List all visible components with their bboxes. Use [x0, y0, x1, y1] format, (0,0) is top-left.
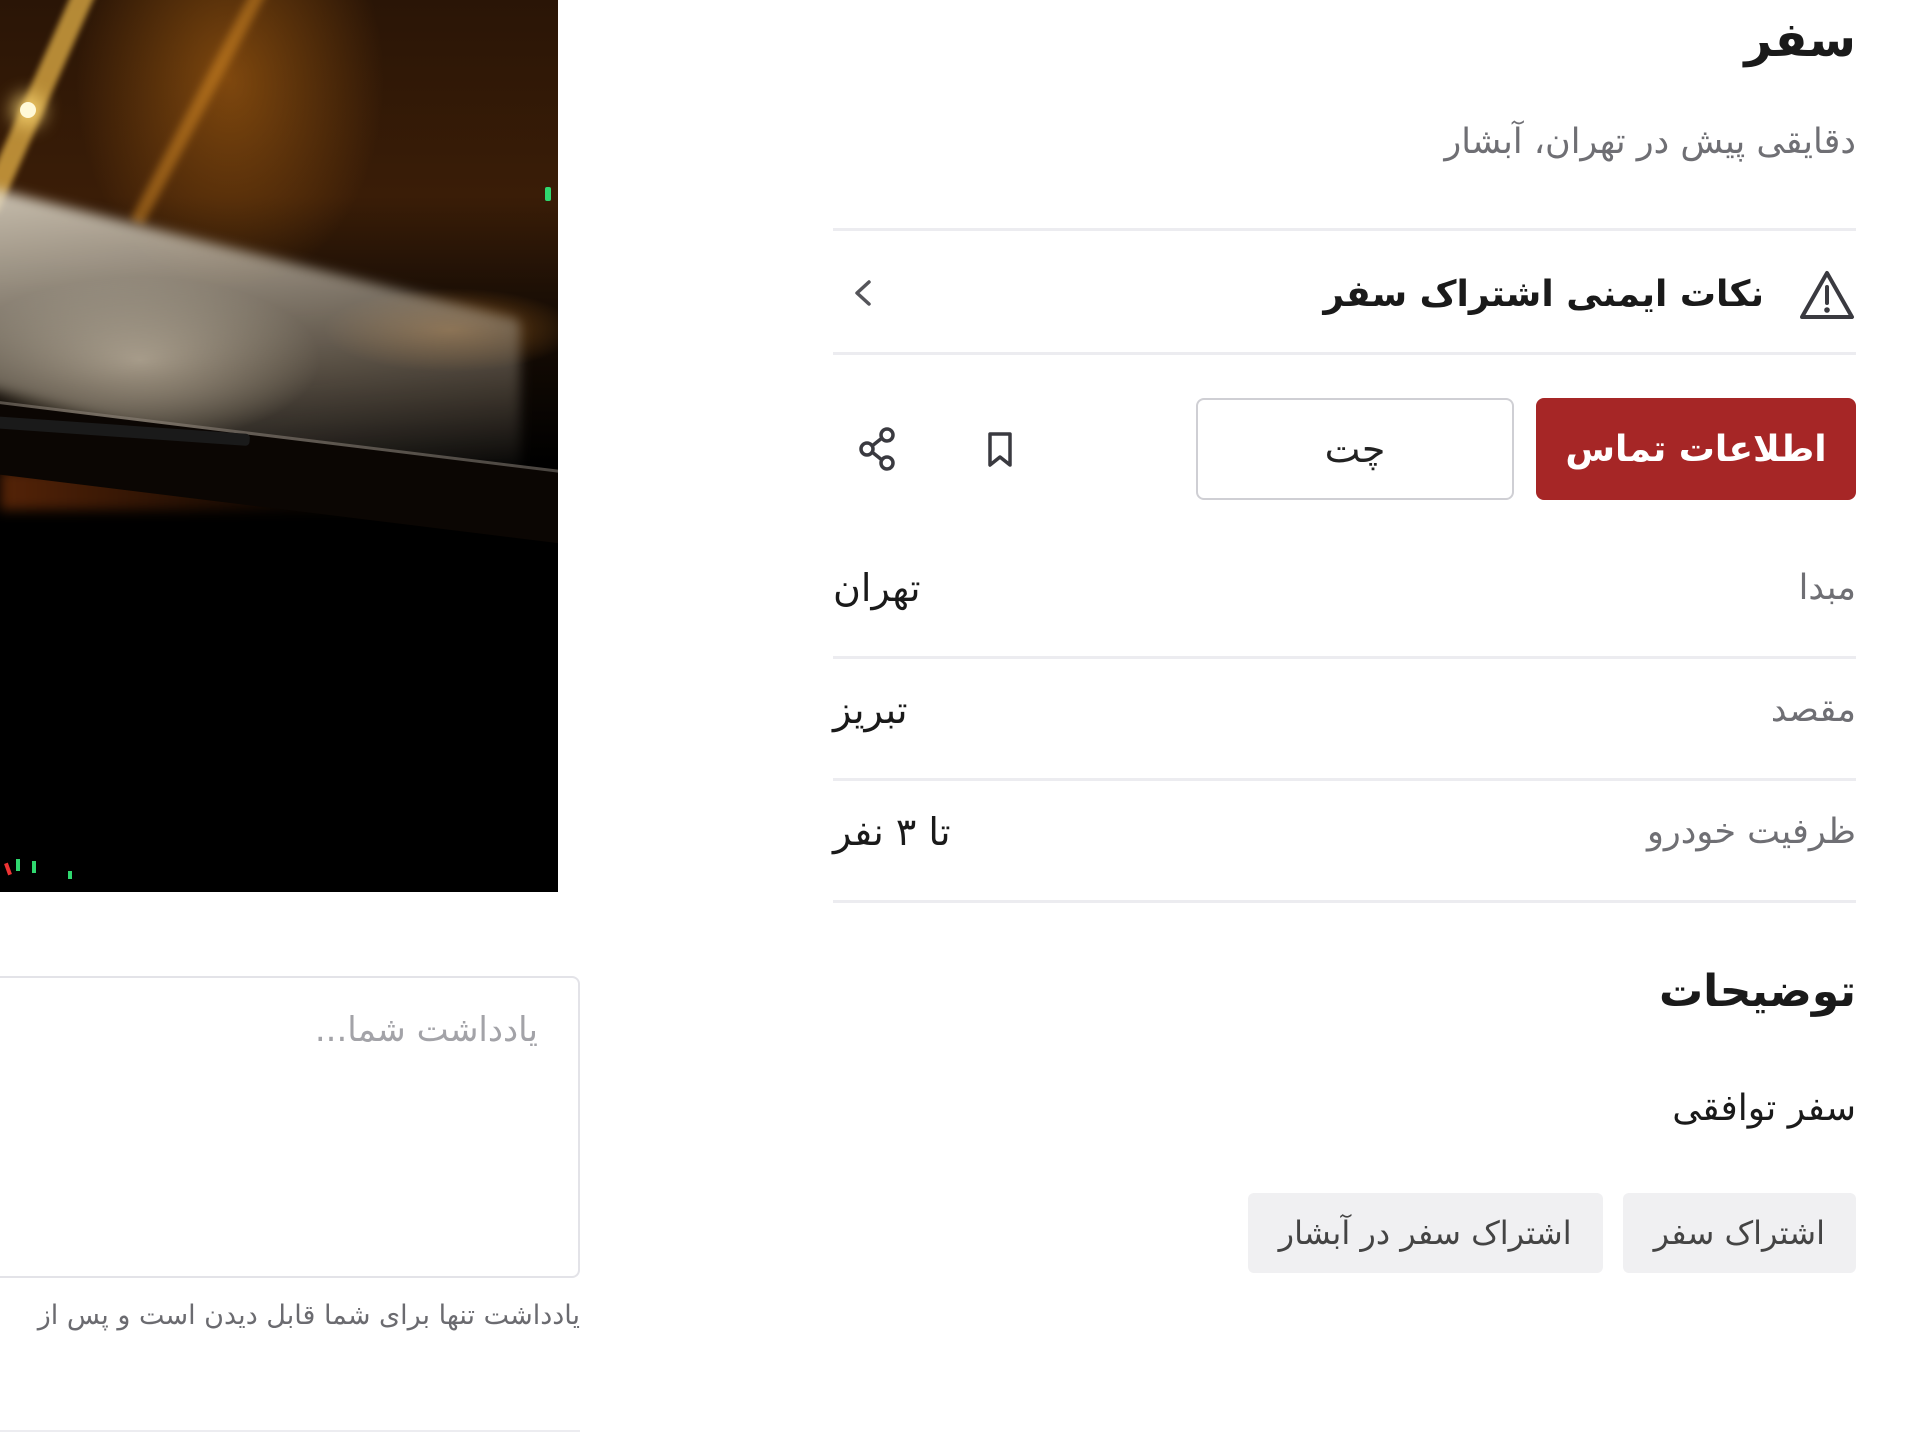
bookmark-button[interactable] — [967, 416, 1033, 482]
description-title: توضیحات — [1658, 966, 1856, 1017]
share-icon — [859, 427, 895, 471]
detail-key: مقصد — [1770, 690, 1856, 730]
post-title: سفر — [1744, 12, 1856, 68]
post-meta: دقایقی پیش در تهران، آبشار — [1444, 122, 1856, 162]
detail-value: تبریز — [833, 688, 908, 732]
photo-gauge — [0, 855, 80, 890]
photo-street-lamp — [20, 102, 36, 118]
divider — [833, 352, 1856, 355]
bookmark-icon — [988, 432, 1012, 467]
tag-chip[interactable]: اشتراک سفر در آبشار — [1247, 1193, 1603, 1273]
action-bar: اطلاعات تماس چت — [833, 398, 1856, 500]
chevron-left-icon — [855, 280, 871, 306]
detail-value: تهران — [833, 566, 921, 610]
detail-row-origin: مبدا تهران — [833, 536, 1856, 656]
tag-list: اشتراک سفر اشتراک سفر در آبشار — [1247, 1193, 1856, 1273]
contact-info-button[interactable]: اطلاعات تماس — [1536, 398, 1856, 500]
detail-row-capacity: ظرفیت خودرو تا ۳ نفر — [833, 780, 1856, 900]
photo-light-beam — [0, 0, 104, 214]
chat-button[interactable]: چت — [1196, 398, 1514, 500]
note-hint: یادداشت تنها برای شما قابل دیدن است و پس… — [37, 1300, 580, 1331]
photo-indicator — [545, 187, 551, 201]
tag-chip[interactable]: اشتراک سفر — [1622, 1193, 1856, 1273]
description-text: سفر توافقی — [1672, 1088, 1856, 1129]
safety-tips-link[interactable]: نکات ایمنی اشتراک سفر — [833, 232, 1856, 357]
divider — [0, 1430, 580, 1432]
detail-key: مبدا — [1798, 568, 1856, 608]
post-photo[interactable] — [0, 0, 558, 892]
note-box — [0, 976, 580, 1278]
detail-value: تا ۳ نفر — [833, 810, 951, 854]
warning-icon — [1800, 270, 1854, 319]
detail-key: ظرفیت خودرو — [1646, 812, 1856, 852]
note-input[interactable] — [0, 978, 578, 1276]
divider — [833, 900, 1856, 903]
photo-light-beam — [130, 0, 284, 226]
detail-row-destination: مقصد تبریز — [833, 658, 1856, 778]
divider — [833, 228, 1856, 231]
share-button[interactable] — [845, 416, 911, 482]
safety-tips-label: نکات ایمنی اشتراک سفر — [1323, 274, 1764, 315]
